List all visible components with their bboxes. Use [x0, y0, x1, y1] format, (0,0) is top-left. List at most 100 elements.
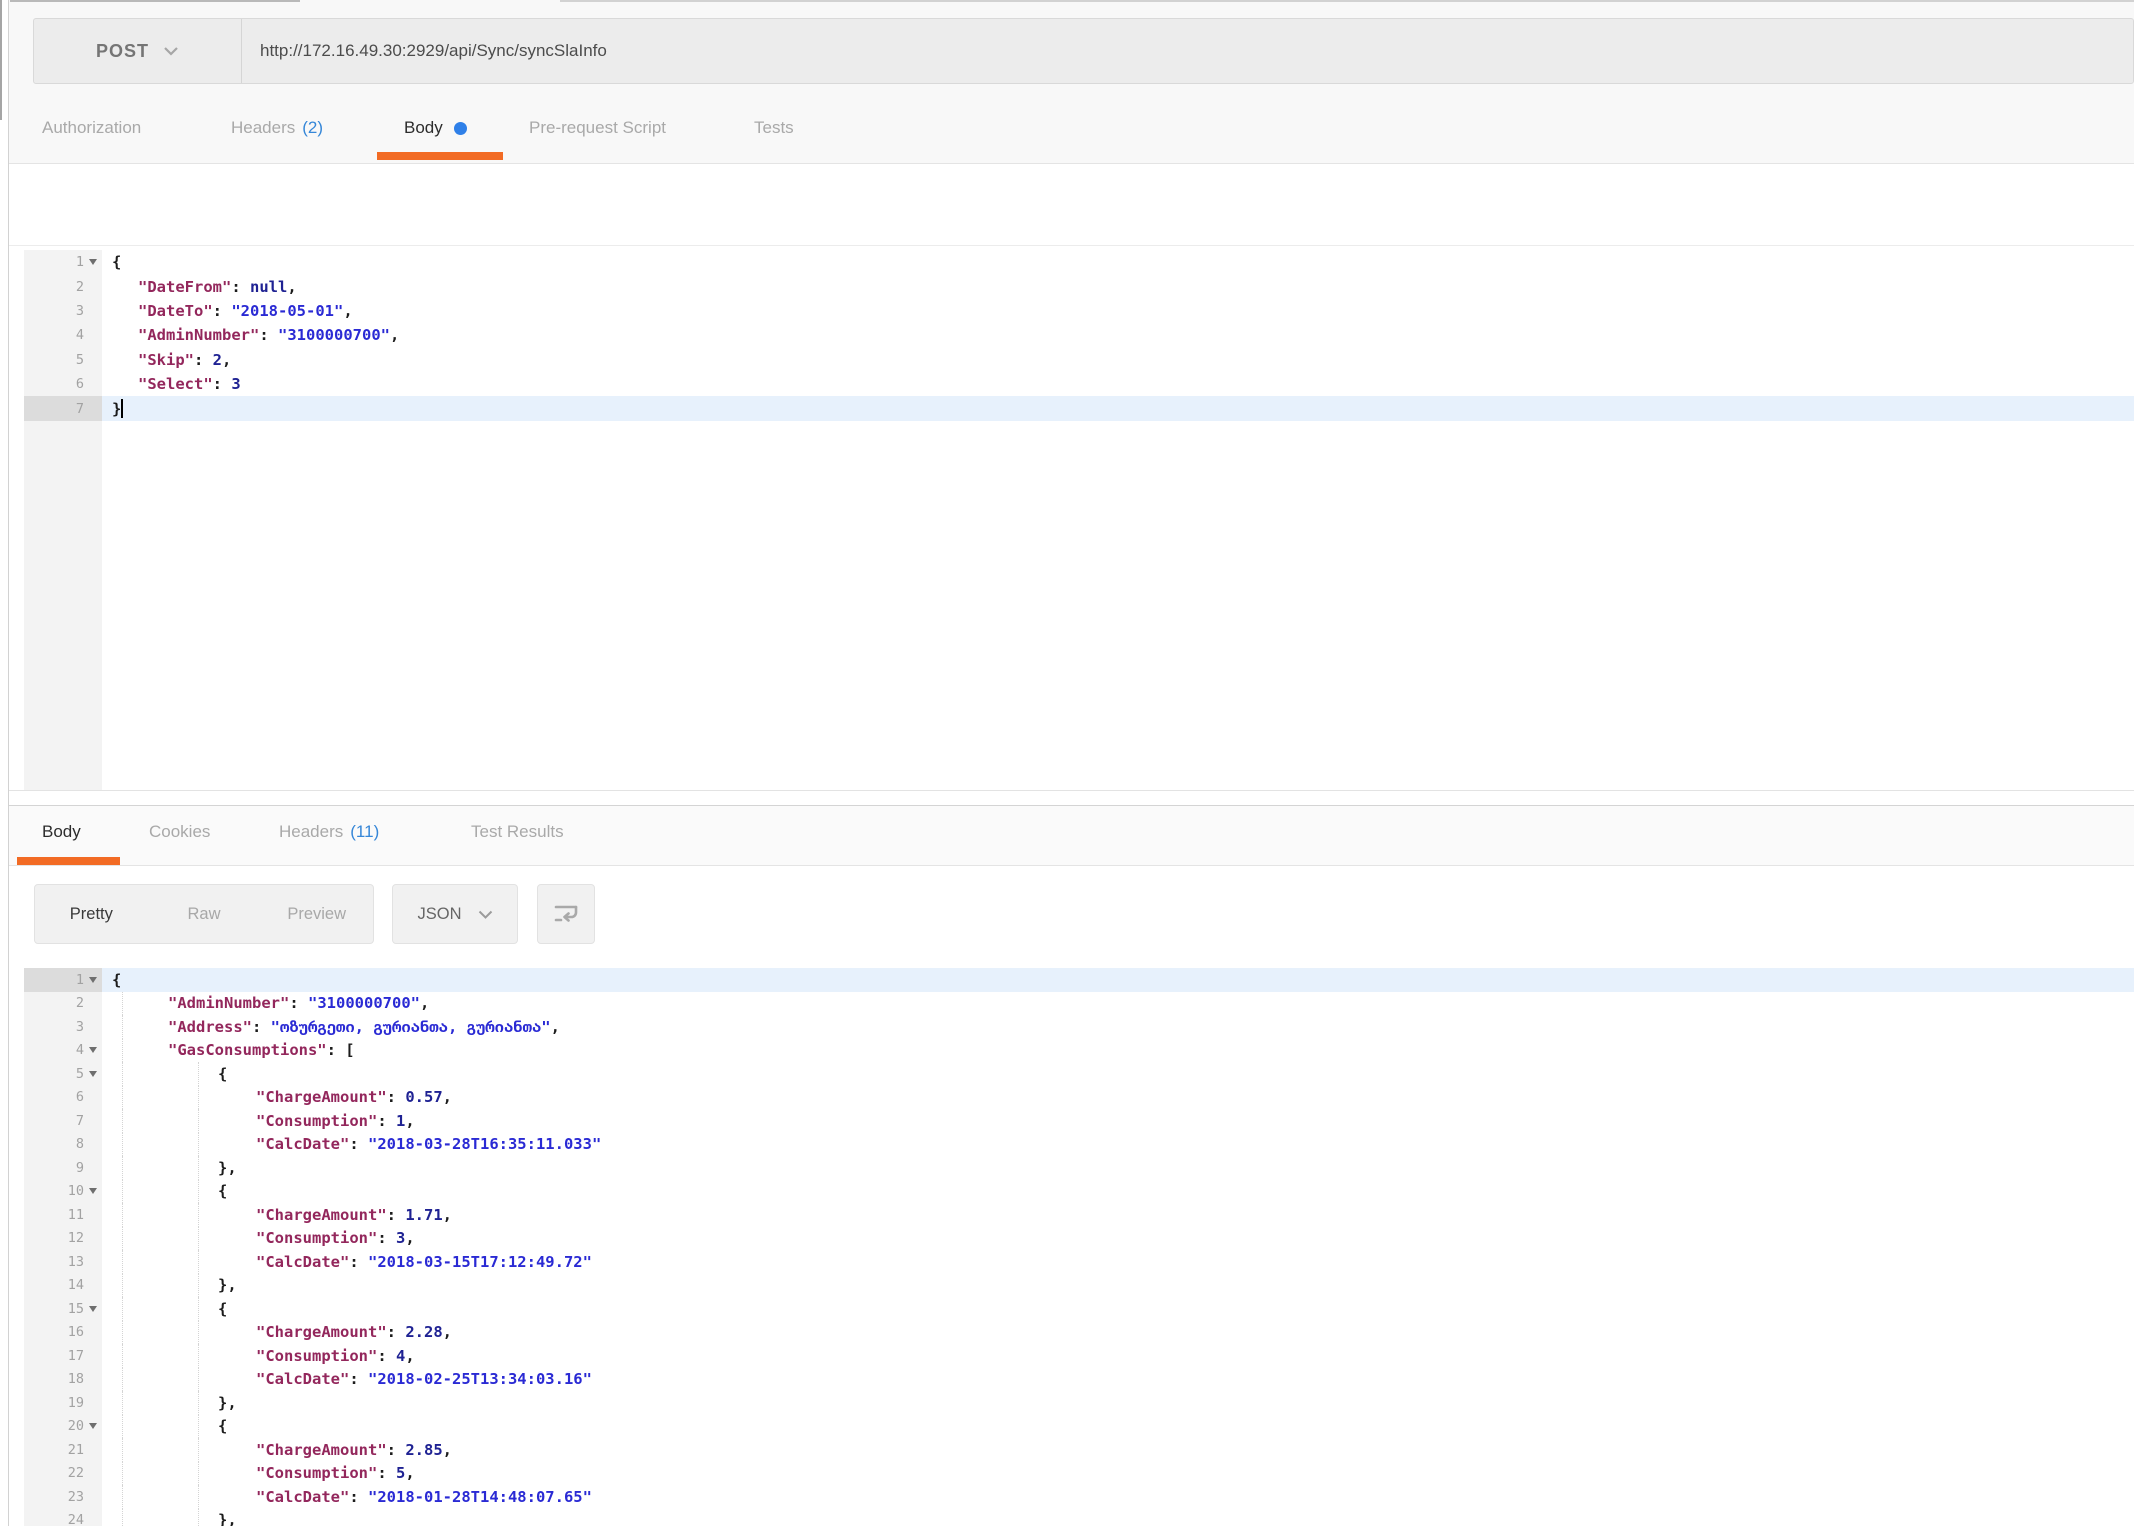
code-line[interactable]: 1{ [24, 968, 2134, 992]
line-number: 7 [76, 1113, 84, 1129]
tab-body[interactable]: Body [404, 100, 467, 156]
tab-cookies[interactable]: Cookies [149, 806, 210, 857]
code-text-area[interactable]: { [102, 250, 2134, 274]
code-line[interactable]: 6"ChargeAmount": 0.57, [24, 1086, 2134, 1110]
indent-guide [198, 1086, 199, 1110]
code-line[interactable]: 7 "Consumption": 1, [24, 1109, 2134, 1133]
fold-arrow-icon[interactable] [84, 1306, 102, 1312]
code-line[interactable]: 19}, [24, 1391, 2134, 1415]
code-text-area[interactable]: { [102, 1415, 2134, 1439]
code-line[interactable]: 16"ChargeAmount": 2.28, [24, 1321, 2134, 1345]
code-text-area[interactable]: "Consumption": 1, [102, 1109, 2134, 1133]
code-line[interactable]: 7} [24, 396, 2134, 420]
chevron-down-icon [478, 910, 493, 919]
code-line-text: "DateFrom": null, [102, 278, 297, 296]
token: : [231, 278, 250, 296]
fold-arrow-icon[interactable] [84, 977, 102, 983]
code-text-area[interactable]: } [102, 396, 2134, 420]
code-line[interactable]: 12"Consumption": 3, [24, 1227, 2134, 1251]
tab-response-headers[interactable]: Headers(11) [279, 806, 379, 857]
tab-test-results[interactable]: Test Results [471, 806, 564, 857]
code-line[interactable]: 1{ [24, 250, 2134, 274]
token: "Consumption" [256, 1112, 377, 1130]
code-text-area[interactable]: "Skip": 2, [102, 348, 2134, 372]
code-text-area[interactable]: "Consumption": 5, [102, 1462, 2134, 1486]
code-line[interactable]: 5"Skip": 2, [24, 348, 2134, 372]
code-line[interactable]: 5{ [24, 1062, 2134, 1086]
code-text-area[interactable]: }, [102, 1391, 2134, 1415]
fold-arrow-icon[interactable] [84, 1047, 102, 1053]
code-line[interactable]: 2"AdminNumber": "3100000700", [24, 992, 2134, 1016]
code-text-area[interactable]: { [102, 968, 2134, 992]
code-text-area[interactable]: "Consumption": 3, [102, 1227, 2134, 1251]
code-line[interactable]: 8"CalcDate": "2018-03-28T16:35:11.033" [24, 1133, 2134, 1157]
code-text-area[interactable]: }, [102, 1509, 2134, 1526]
token: "Address" [168, 1018, 252, 1036]
code-text-area[interactable]: "ChargeAmount": 0.57, [102, 1086, 2134, 1110]
code-line[interactable]: 6"Select": 3 [24, 372, 2134, 396]
code-text-area[interactable]: "CalcDate": "2018-02-25T13:34:03.16" [102, 1368, 2134, 1392]
fold-arrow-icon[interactable] [84, 1071, 102, 1077]
token: { [218, 1417, 227, 1435]
code-text-area[interactable]: "DateTo": "2018-05-01", [102, 299, 2134, 323]
tab-authorization[interactable]: Authorization [42, 100, 141, 156]
view-pretty-button[interactable]: Pretty [35, 885, 148, 943]
request-body-editor[interactable]: 1{2"DateFrom": null,3"DateTo": "2018-05-… [9, 245, 2134, 791]
code-line[interactable]: 15{ [24, 1297, 2134, 1321]
code-line-text: "Consumption": 5, [102, 1464, 415, 1482]
code-text-area[interactable]: "GasConsumptions": [ [102, 1039, 2134, 1063]
wrap-text-button[interactable] [537, 884, 595, 944]
code-text-area[interactable]: { [102, 1062, 2134, 1086]
code-line[interactable]: 17"Consumption": 4, [24, 1344, 2134, 1368]
code-text-area[interactable]: "ChargeAmount": 1.71, [102, 1203, 2134, 1227]
code-text-area[interactable]: "DateFrom": null, [102, 274, 2134, 298]
fold-arrow-icon[interactable] [84, 259, 102, 265]
code-text-area[interactable]: "AdminNumber": "3100000700", [102, 323, 2134, 347]
tab-pre-request-script[interactable]: Pre-request Script [529, 100, 666, 156]
token: 2.28 [405, 1323, 442, 1341]
code-line[interactable]: 23"CalcDate": "2018-01-28T14:48:07.65" [24, 1485, 2134, 1509]
code-text-area[interactable]: "ChargeAmount": 2.85, [102, 1438, 2134, 1462]
token: : [213, 375, 232, 393]
code-line[interactable]: 9}, [24, 1156, 2134, 1180]
response-body-editor[interactable]: 1{2"AdminNumber": "3100000700",3"Address… [9, 966, 2134, 1526]
code-line[interactable]: 3"DateTo": "2018-05-01", [24, 299, 2134, 323]
code-line[interactable]: 18"CalcDate": "2018-02-25T13:34:03.16" [24, 1368, 2134, 1392]
tab-response-body[interactable]: Body [42, 806, 81, 857]
indent-guide [122, 1321, 123, 1345]
code-line[interactable]: 2"DateFrom": null, [24, 274, 2134, 298]
code-text-area[interactable]: "Address": "ოზურგეთი, გურიანთა, გურიანთა… [102, 1015, 2134, 1039]
code-line[interactable]: 13"CalcDate": "2018-03-15T17:12:49.72" [24, 1250, 2134, 1274]
indent-guide [122, 1039, 123, 1063]
tab-tests[interactable]: Tests [754, 100, 794, 156]
code-text-area[interactable]: "CalcDate": "2018-01-28T14:48:07.65" [102, 1485, 2134, 1509]
code-text-area[interactable]: "Select": 3 [102, 372, 2134, 396]
code-line[interactable]: 3"Address": "ოზურგეთი, გურიანთა, გურიანთ… [24, 1015, 2134, 1039]
code-line[interactable]: 4"GasConsumptions": [ [24, 1039, 2134, 1063]
fold-arrow-icon[interactable] [84, 1423, 102, 1429]
code-line[interactable]: 24}, [24, 1509, 2134, 1526]
code-line[interactable]: 21"ChargeAmount": 2.85, [24, 1438, 2134, 1462]
view-raw-button[interactable]: Raw [148, 885, 261, 943]
code-text-area[interactable]: "CalcDate": "2018-03-28T16:35:11.033" [102, 1133, 2134, 1157]
format-dropdown[interactable]: JSON [392, 884, 518, 944]
code-line[interactable]: 20{ [24, 1415, 2134, 1439]
code-text-area[interactable]: "Consumption": 4, [102, 1344, 2134, 1368]
code-text-area[interactable]: { [102, 1180, 2134, 1204]
fold-arrow-icon[interactable] [84, 1188, 102, 1194]
code-line[interactable]: 22"Consumption": 5, [24, 1462, 2134, 1486]
url-input[interactable]: http://172.16.49.30:2929/api/Sync/syncSl… [242, 19, 2133, 83]
code-text-area[interactable]: }, [102, 1274, 2134, 1298]
code-text-area[interactable]: }, [102, 1156, 2134, 1180]
code-line[interactable]: 11"ChargeAmount": 1.71, [24, 1203, 2134, 1227]
code-line[interactable]: 4"AdminNumber": "3100000700", [24, 323, 2134, 347]
view-preview-button[interactable]: Preview [260, 885, 373, 943]
method-dropdown[interactable]: POST [34, 19, 242, 83]
code-text-area[interactable]: "ChargeAmount": 2.28, [102, 1321, 2134, 1345]
code-line[interactable]: 14}, [24, 1274, 2134, 1298]
code-text-area[interactable]: "CalcDate": "2018-03-15T17:12:49.72" [102, 1250, 2134, 1274]
code-line[interactable]: 10{ [24, 1180, 2134, 1204]
code-text-area[interactable]: { [102, 1297, 2134, 1321]
code-text-area[interactable]: "AdminNumber": "3100000700", [102, 992, 2134, 1016]
tab-headers[interactable]: Headers(2) [231, 100, 323, 156]
